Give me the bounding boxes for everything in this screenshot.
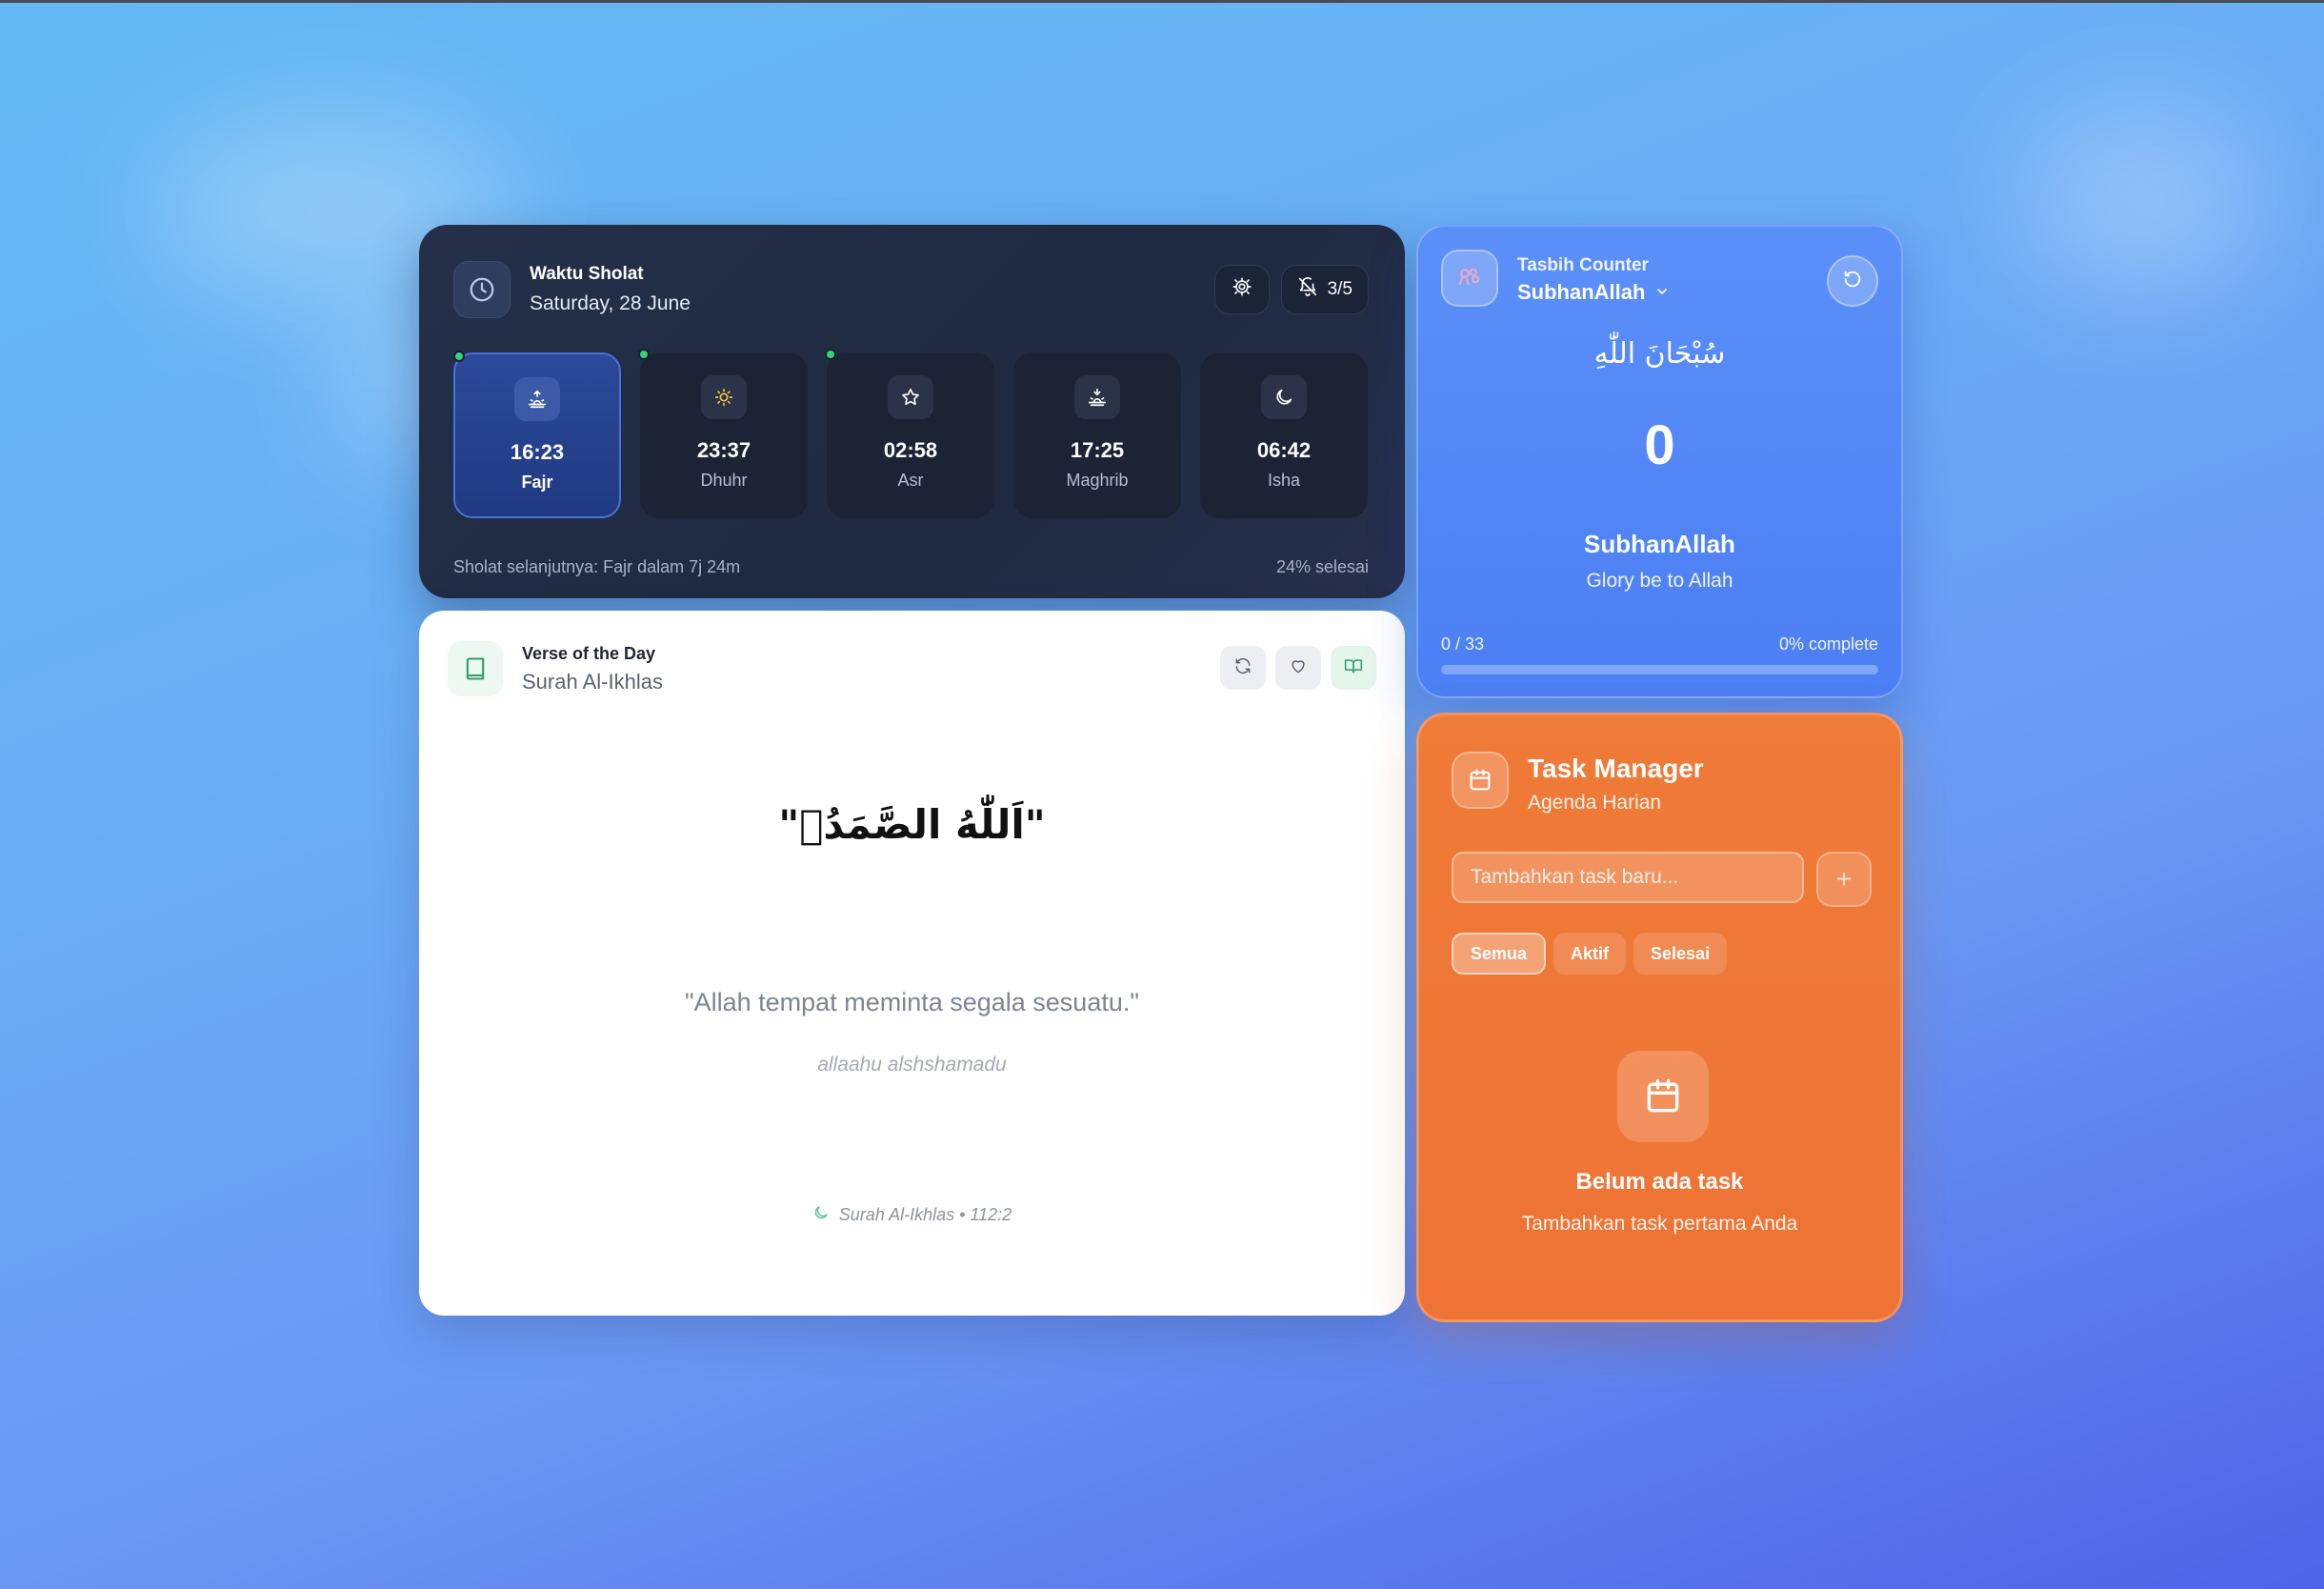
- prayer-slot-dhuhr[interactable]: 23:37 Dhuhr: [638, 349, 808, 518]
- notification-toggle-button[interactable]: 3/5: [1280, 265, 1369, 314]
- prayer-done-indicator: [638, 349, 650, 360]
- verse-actions: [1220, 646, 1376, 690]
- verse-header: Verse of the Day Surah Al-Ikhlas: [448, 641, 663, 696]
- verse-arabic-text: "اَللّٰهُ الصَّمَدُۚ": [778, 801, 1046, 848]
- prayer-slot-isha[interactable]: 06:42 Isha: [1200, 352, 1368, 518]
- prayer-time: 17:25: [1070, 438, 1125, 462]
- empty-state-subtitle: Tambahkan task pertama Anda: [1521, 1213, 1798, 1235]
- dhikr-selected-value: SubhanAllah: [1517, 280, 1646, 304]
- verse-reference: Surah Al-Ikhlas • 112:2: [419, 1204, 1405, 1226]
- open-book-icon: [1344, 656, 1363, 680]
- prayer-name: Maghrib: [1066, 471, 1129, 490]
- dhikr-selector[interactable]: SubhanAllah: [1517, 280, 1670, 305]
- notification-count: 3/5: [1327, 279, 1352, 299]
- refresh-verse-button[interactable]: [1220, 646, 1266, 690]
- tasbih-progress-count: 0 / 33: [1441, 634, 1485, 654]
- filter-tab-aktif[interactable]: Aktif: [1553, 933, 1627, 975]
- gear-icon: [1232, 276, 1252, 303]
- prayer-done-indicator: [453, 351, 465, 362]
- task-manager-subtitle: Agenda Harian: [1528, 792, 1662, 814]
- heart-icon: [1289, 656, 1308, 680]
- star-icon: [888, 375, 933, 419]
- prayer-actions: 3/5: [1213, 265, 1369, 314]
- verse-reference-text: Surah Al-Ikhlas • 112:2: [838, 1205, 1012, 1224]
- add-task-button[interactable]: +: [1816, 852, 1872, 907]
- task-manager-title: Task Manager: [1528, 754, 1704, 783]
- prayer-date: Saturday, 28 June: [530, 292, 691, 314]
- empty-state-title: Belum ada task: [1575, 1169, 1744, 1195]
- window-top-edge: [0, 0, 2324, 3]
- dhikr-name: SubhanAllah: [1584, 530, 1735, 558]
- sunset-icon: [1074, 375, 1120, 419]
- dhikr-meaning: Glory be to Allah: [1586, 570, 1733, 592]
- filter-tab-selesai[interactable]: Selesai: [1633, 933, 1728, 975]
- prayer-slot-asr[interactable]: 02:58 Asr: [825, 349, 994, 518]
- refresh-icon: [1233, 656, 1252, 680]
- prayer-progress-text: 24% selesai: [1275, 557, 1369, 576]
- tasbih-progress-bar: [1441, 665, 1878, 674]
- clock-icon: [453, 261, 511, 318]
- book-icon: [448, 641, 503, 696]
- moon-icon: [1261, 375, 1307, 419]
- sunrise-icon: [514, 377, 560, 421]
- prayer-slots: 16:23 Fajr 23:37 Dhuhr 02:58 Asr 17:25 Maghrib 0…: [453, 349, 1368, 518]
- background-cloud: [2019, 105, 2267, 295]
- dhikr-arabic-text: سُبْحَانَ اللّٰهِ: [1593, 337, 1726, 371]
- prayer-name: Asr: [897, 471, 924, 490]
- plus-icon: +: [1835, 864, 1853, 894]
- prayer-beads-icon: [1441, 250, 1498, 307]
- prayer-time: 16:23: [510, 440, 565, 464]
- open-book-button[interactable]: [1331, 646, 1376, 690]
- new-task-input[interactable]: [1452, 852, 1804, 903]
- prayer-done-indicator: [825, 349, 836, 360]
- verse-card-label: Verse of the Day: [522, 643, 656, 663]
- prayer-name: Fajr: [521, 473, 553, 492]
- favorite-verse-button[interactable]: [1275, 646, 1321, 690]
- prayer-times-card: Waktu Sholat Saturday, 28 June 3/5 16:23…: [419, 225, 1405, 598]
- prayer-slot-fajr[interactable]: 16:23 Fajr: [453, 351, 621, 518]
- prayer-time: 02:58: [883, 438, 938, 462]
- verse-surah-name: Surah Al-Ikhlas: [522, 669, 663, 694]
- task-filters: Semua Aktif Selesai: [1452, 933, 1728, 975]
- reset-icon: [1842, 269, 1863, 294]
- prayer-time: 23:37: [696, 438, 751, 462]
- settings-button[interactable]: [1213, 265, 1270, 314]
- tasbih-counter-card: Tasbih Counter SubhanAllah سُبْحَانَ الل…: [1416, 225, 1903, 698]
- reset-counter-button[interactable]: [1827, 255, 1878, 307]
- prayer-name: Isha: [1267, 471, 1301, 490]
- calendar-icon: [1452, 752, 1509, 809]
- filter-tab-semua[interactable]: Semua: [1452, 933, 1547, 975]
- empty-calendar-icon: [1617, 1051, 1709, 1142]
- moon-icon: [812, 1204, 830, 1226]
- verse-translation: "Allah tempat meminta segala sesuatu.": [685, 988, 1139, 1016]
- tasbih-progress-percent: 0% complete: [1778, 634, 1878, 654]
- bell-off-icon: [1297, 276, 1318, 303]
- prayer-card-label: Waktu Sholat: [530, 264, 644, 284]
- prayer-slot-maghrib[interactable]: 17:25 Maghrib: [1013, 352, 1181, 518]
- task-manager-card: Task Manager Agenda Harian + SemuaAktifS…: [1416, 713, 1903, 1322]
- next-prayer-text: Sholat selanjutnya: Fajr dalam 7j 24m: [453, 557, 741, 576]
- tasbih-card-label: Tasbih Counter: [1517, 255, 1649, 275]
- verse-transliteration: allaahu alshshamadu: [817, 1054, 1007, 1076]
- chevron-down-icon: [1654, 280, 1670, 305]
- prayer-name: Dhuhr: [700, 471, 748, 490]
- verse-of-the-day-card: Verse of the Day Surah Al-Ikhlas "اَللّٰ…: [419, 611, 1405, 1316]
- prayer-header: Waktu Sholat Saturday, 28 June: [453, 261, 691, 318]
- prayer-time: 06:42: [1256, 438, 1312, 462]
- tasbih-count[interactable]: 0: [1418, 413, 1901, 477]
- sun-icon: [701, 375, 747, 419]
